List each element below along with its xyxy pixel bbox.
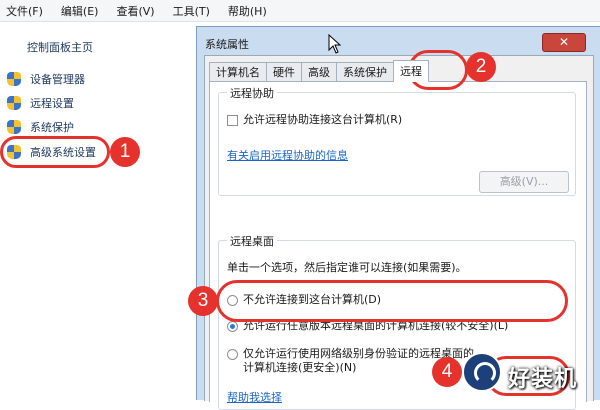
remote-assist-title: 远程协助 [227, 85, 277, 101]
shield-icon [6, 95, 22, 111]
highlight-ring-allow-option [216, 280, 568, 322]
sidebar-item-remote-settings[interactable]: 远程设置 [6, 95, 74, 111]
remote-desktop-title: 远程桌面 [227, 233, 277, 249]
step-badge-3: 3 [188, 286, 218, 316]
menu-tools[interactable]: 工具(T) [173, 3, 210, 19]
remote-assist-checkbox-row[interactable]: 允许远程协助连接这台计算机(R) [227, 111, 402, 127]
menu-view[interactable]: 查看(V) [116, 3, 154, 19]
watermark-text: 好装机 [508, 367, 578, 392]
close-icon: ✕ [558, 35, 570, 49]
tab-remote[interactable]: 远程 [393, 60, 429, 82]
shield-icon [6, 119, 22, 135]
sidebar-item-label: 远程设置 [30, 97, 74, 110]
remote-assist-group: 远程协助 允许远程协助连接这台计算机(R) 有关启用远程协助的信息 高级(V).… [218, 85, 576, 196]
sidebar-item-label: 系统保护 [30, 121, 74, 134]
system-properties-window: 系统属性 ✕ 计算机名 硬件 高级 系统保护 远程 远程协助 允许远程协助连接这… [196, 26, 600, 410]
tab-computer-name[interactable]: 计算机名 [209, 62, 267, 82]
menu-file[interactable]: 文件(F) [6, 3, 43, 19]
remote-tab-panel: 远程协助 允许远程协助连接这台计算机(R) 有关启用远程协助的信息 高级(V).… [209, 81, 587, 410]
tab-system-protection[interactable]: 系统保护 [336, 62, 394, 82]
remote-desktop-instruction: 单击一个选项，然后指定谁可以连接(如果需要)。 [227, 261, 467, 274]
sidebar-item-label: 设备管理器 [30, 73, 85, 86]
radio-allow-any[interactable] [227, 320, 238, 332]
shield-icon [6, 71, 22, 87]
remote-assist-info-link[interactable]: 有关启用远程协助的信息 [227, 147, 348, 163]
highlight-ring-advanced-settings [0, 136, 110, 168]
window-titlebar[interactable]: 系统属性 ✕ [197, 27, 600, 55]
control-panel-sidebar: 控制面板主页 设备管理器 远程设置 系统保护 高级系统设置 [0, 23, 195, 400]
window-title: 系统属性 [205, 38, 249, 51]
tab-advanced[interactable]: 高级 [301, 62, 337, 82]
sidebar-item-system-protection[interactable]: 系统保护 [6, 119, 74, 135]
radio-nla[interactable] [227, 349, 238, 360]
close-button[interactable]: ✕ [542, 33, 586, 52]
mouse-cursor-icon [328, 34, 342, 54]
step-badge-4: 4 [432, 357, 462, 387]
menu-bar: 文件(F) 编辑(E) 查看(V) 工具(T) 帮助(H) [0, 0, 600, 22]
window-client-area: 计算机名 硬件 高级 系统保护 远程 远程协助 允许远程协助连接这台计算机(R)… [204, 55, 594, 410]
menu-help[interactable]: 帮助(H) [228, 3, 267, 19]
step-badge-2: 2 [466, 52, 496, 82]
remote-assist-checkbox[interactable] [227, 114, 238, 126]
sidebar-item-device-manager[interactable]: 设备管理器 [6, 71, 85, 87]
help-me-choose-link[interactable]: 帮助我选择 [227, 389, 282, 405]
step-badge-1: 1 [110, 137, 140, 167]
tab-strip: 计算机名 硬件 高级 系统保护 远程 [209, 60, 429, 82]
menu-edit[interactable]: 编辑(E) [61, 3, 99, 19]
remote-assist-checkbox-label: 允许远程协助连接这台计算机(R) [243, 113, 403, 126]
advanced-button[interactable]: 高级(V)... [479, 171, 569, 193]
tab-hardware[interactable]: 硬件 [266, 62, 302, 82]
watermark-logo-icon [462, 352, 502, 392]
control-panel-home-link[interactable]: 控制面板主页 [27, 39, 93, 55]
